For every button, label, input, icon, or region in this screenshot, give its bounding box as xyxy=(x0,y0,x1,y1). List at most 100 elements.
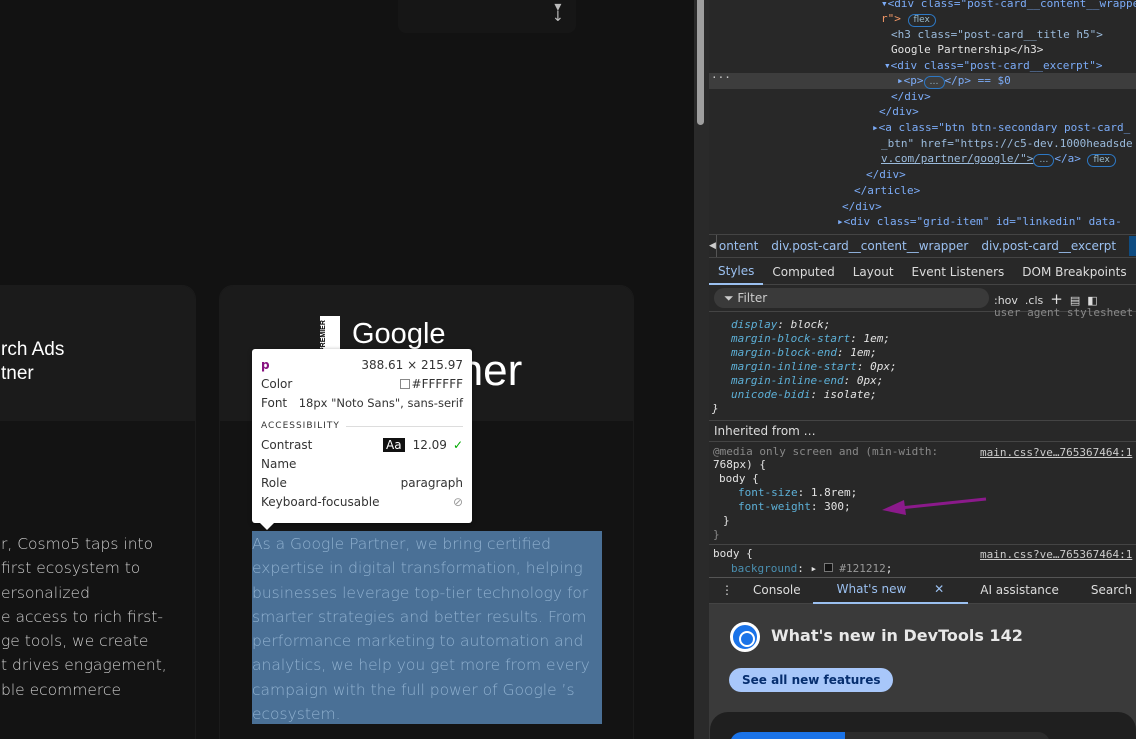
filter-placeholder: Filter xyxy=(737,291,768,305)
contrast-value: 12.09 xyxy=(412,437,447,452)
scrollbar-thumb[interactable] xyxy=(697,0,704,125)
color-swatch xyxy=(399,378,410,389)
whats-new-panel: What's new in DevTools 142 See all new f… xyxy=(709,604,1136,739)
styles-pane: user agent stylesheet display: block; ma… xyxy=(709,306,1136,415)
label: Role xyxy=(261,475,287,490)
tab-event-listeners[interactable]: Event Listeners xyxy=(903,260,1014,284)
label: Name xyxy=(261,456,297,471)
color-value: #FFFFFF xyxy=(411,376,463,391)
card-title: tner xyxy=(1,363,34,384)
prop-value[interactable]: 1em xyxy=(850,346,870,359)
tab-layout[interactable]: Layout xyxy=(844,260,903,284)
prop-name[interactable]: margin-inline-end xyxy=(731,374,844,387)
tree-line[interactable]: <div class="post-card__content__wrappe xyxy=(888,0,1136,10)
breadcrumb-item[interactable]: div.post-card__excerpt xyxy=(981,239,1116,253)
tree-line[interactable]: <div class="grid-item" id="linkedin" dat… xyxy=(844,215,1122,228)
selector[interactable]: body { xyxy=(719,472,759,486)
source-link[interactable]: main.css?ve…765367464:1 xyxy=(980,446,1132,460)
label: Color xyxy=(261,376,293,391)
tree-line[interactable]: </div> xyxy=(891,89,931,104)
filter-icon: ⏷ xyxy=(724,291,738,305)
prop-name[interactable]: margin-block-start xyxy=(731,332,850,345)
media-query: @media only screen and (min-width: xyxy=(713,445,939,458)
tab-styles[interactable]: Styles xyxy=(709,259,764,285)
chrome-devtools-icon xyxy=(730,622,760,652)
tooltip-tag: p xyxy=(261,357,270,372)
contrast-sample: Aa xyxy=(383,437,405,452)
top-card: ▾ ↓ xyxy=(398,0,576,33)
prop-value[interactable]: isolate xyxy=(824,388,870,401)
prop-name[interactable]: margin-block-end xyxy=(731,346,837,359)
tree-line[interactable]: <p> xyxy=(904,74,924,87)
not-allowed-icon: ⊘ xyxy=(452,494,463,509)
prop-name[interactable]: font-size xyxy=(738,486,798,499)
role-value: paragraph xyxy=(400,475,463,490)
panel-tabs: Styles Computed Layout Event Listeners D… xyxy=(709,259,1136,285)
scroll-left-icon[interactable]: ◀ xyxy=(709,235,717,257)
label: Keyboard-focusable xyxy=(261,494,380,509)
tree-line[interactable]: _btn" href="https://c5-dev.1000headsde xyxy=(881,136,1133,151)
prop-value[interactable]: #121212 xyxy=(839,562,885,575)
tree-line[interactable]: </div> xyxy=(866,167,906,182)
breadcrumb-item[interactable]: p xyxy=(1129,236,1136,256)
selector[interactable]: body { xyxy=(713,547,753,561)
annotation-arrow-icon xyxy=(882,497,987,515)
flex-badge[interactable]: flex xyxy=(1087,154,1116,167)
inherited-header: Inherited from … xyxy=(709,420,1136,442)
tree-line[interactable]: </article> xyxy=(854,183,920,198)
source-link[interactable]: main.css?ve…765367464:1 xyxy=(980,548,1132,562)
prop-name[interactable]: font-weight xyxy=(738,500,811,513)
tree-line[interactable]: <a class="btn btn-secondary post-card_ xyxy=(879,121,1131,134)
flex-badge[interactable]: flex xyxy=(907,14,936,27)
breadcrumb-item[interactable]: ontent xyxy=(719,239,758,253)
prop-value[interactable]: 1.8rem xyxy=(811,486,851,499)
page-scrollbar[interactable] xyxy=(694,0,709,739)
tab-ai-assistance[interactable]: AI assistance xyxy=(968,578,1071,603)
see-all-features-button[interactable]: See all new features xyxy=(729,668,894,692)
label: Font xyxy=(261,395,288,410)
tree-line[interactable]: r"> xyxy=(881,12,901,25)
tab-dom-breakpoints[interactable]: DOM Breakpoints xyxy=(1013,260,1135,284)
prop-name[interactable]: unicode-bidi xyxy=(731,388,810,401)
tab-computed[interactable]: Computed xyxy=(763,260,843,284)
devtools-panel: ··· ▾<div class="post-card__content__wra… xyxy=(709,0,1136,739)
prop-name[interactable]: display xyxy=(731,318,777,331)
elements-tree: ··· ▾<div class="post-card__content__wra… xyxy=(709,0,1136,234)
close-tab-icon[interactable]: ✕ xyxy=(922,582,956,596)
check-circle-icon: ✓ xyxy=(452,437,463,452)
media-query: 768px) { xyxy=(713,458,766,471)
tree-line[interactable]: </a> xyxy=(1054,152,1081,165)
section-heading: ACCESSIBILITY xyxy=(261,421,463,431)
tree-line[interactable]: <h3 class="post-card__title h5"> xyxy=(891,27,1103,42)
prop-value[interactable]: 0px xyxy=(857,374,877,387)
prop-value[interactable]: block xyxy=(791,318,824,331)
prop-name[interactable]: background xyxy=(731,562,797,575)
highlighted-paragraph[interactable]: As a Google Partner, we bring certified … xyxy=(252,531,602,724)
tab-search[interactable]: Search xyxy=(1071,578,1136,603)
tree-line[interactable]: Google Partnership</h3> xyxy=(891,42,1043,57)
card-title: rch Ads xyxy=(1,339,65,360)
tree-line[interactable]: </p> == $0 xyxy=(945,74,1011,87)
tab-console[interactable]: Console xyxy=(741,578,813,603)
card-excerpt: r, Cosmo5 taps into first ecosystem to e… xyxy=(1,535,167,699)
inspect-tooltip: p 388.61 × 215.97 Color #FFFFFF Font 18px "… xyxy=(252,349,472,530)
drawer-tabs: ⋮ Console What's new ✕ AI assistance Sea… xyxy=(709,577,1136,604)
tab-whats-new[interactable]: What's new ✕ xyxy=(812,577,969,604)
card-excerpt: As a Google Partner, we bring certified … xyxy=(252,535,590,724)
more-menu-icon[interactable]: ⋮ xyxy=(709,578,741,603)
breadcrumb-item[interactable]: div.post-card__content__wrapper xyxy=(771,239,968,253)
prop-value[interactable]: 1em xyxy=(863,332,883,345)
tree-line[interactable]: v.com/partner/google/"> xyxy=(881,152,1033,165)
breadcrumb: ◀ ontent div.post-card__content__wrapper… xyxy=(709,234,1136,258)
arrow-down-icon[interactable]: ▾ ↓ xyxy=(552,0,564,24)
tree-line[interactable]: <div class="post-card__excerpt"> xyxy=(891,59,1103,72)
label: Contrast xyxy=(261,437,313,452)
styles-filter-input[interactable]: ⏷ Filter xyxy=(714,288,989,308)
partner-card: rch Ads tner r, Cosmo5 taps into first e… xyxy=(0,285,196,739)
tree-line[interactable]: </div> xyxy=(842,199,882,214)
prop-value[interactable]: 300 xyxy=(824,500,844,513)
prop-value[interactable]: 0px xyxy=(870,360,890,373)
prop-name[interactable]: margin-inline-start xyxy=(731,360,857,373)
tree-line[interactable]: </div> xyxy=(879,104,919,119)
font-value: 18px "Noto Sans", sans-serif xyxy=(298,395,463,410)
